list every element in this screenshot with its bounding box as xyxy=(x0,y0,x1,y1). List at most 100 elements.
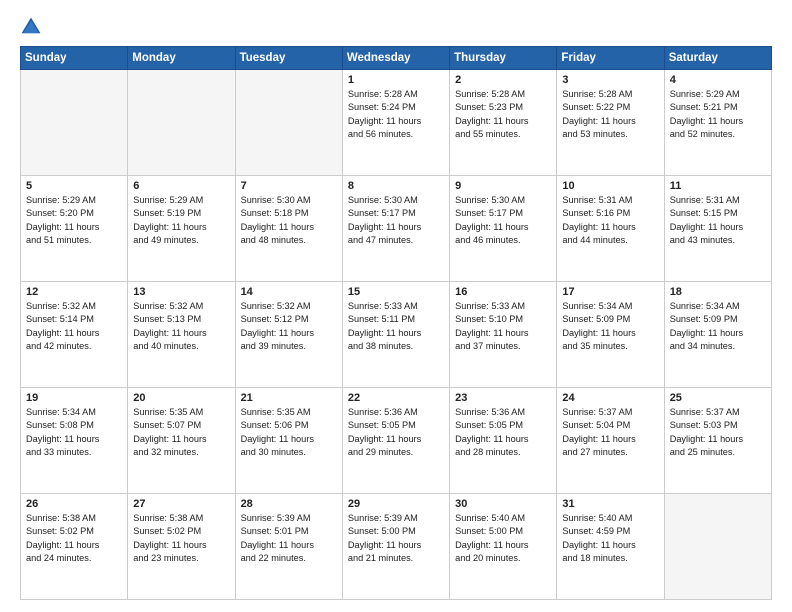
calendar-cell: 11 Sunrise: 5:31 AM Sunset: 5:15 PM Dayli… xyxy=(664,176,771,282)
calendar-cell: 18 Sunrise: 5:34 AM Sunset: 5:09 PM Dayli… xyxy=(664,282,771,388)
day-info: Sunrise: 5:28 AM Sunset: 5:23 PM Dayligh… xyxy=(455,88,551,141)
day-info: Sunrise: 5:36 AM Sunset: 5:05 PM Dayligh… xyxy=(348,406,444,459)
calendar-cell: 30Sunrise: 5:40 AM Sunset: 5:00 PM Dayli… xyxy=(450,494,557,600)
day-number: 1 xyxy=(348,74,444,86)
day-info: Sunrise: 5:34 AM Sunset: 5:09 PM Dayligh… xyxy=(562,300,658,353)
day-number: 12 xyxy=(26,286,122,298)
calendar-header-monday: Monday xyxy=(128,47,235,70)
calendar-cell xyxy=(235,70,342,176)
calendar-header-saturday: Saturday xyxy=(664,47,771,70)
day-number: 6 xyxy=(133,180,229,192)
day-info: Sunrise: 5:38 AM Sunset: 5:02 PM Dayligh… xyxy=(133,512,229,565)
day-number: 3 xyxy=(562,74,658,86)
calendar-header-friday: Friday xyxy=(557,47,664,70)
day-number: 13 xyxy=(133,286,229,298)
day-number: 27 xyxy=(133,498,229,510)
day-number: 9 xyxy=(455,180,551,192)
calendar-cell xyxy=(21,70,128,176)
day-info: Sunrise: 5:32 AM Sunset: 5:13 PM Dayligh… xyxy=(133,300,229,353)
day-info: Sunrise: 5:32 AM Sunset: 5:12 PM Dayligh… xyxy=(241,300,337,353)
day-number: 24 xyxy=(562,392,658,404)
day-info: Sunrise: 5:37 AM Sunset: 5:04 PM Dayligh… xyxy=(562,406,658,459)
calendar-cell: 17 Sunrise: 5:34 AM Sunset: 5:09 PM Dayli… xyxy=(557,282,664,388)
calendar-table: SundayMondayTuesdayWednesdayThursdayFrid… xyxy=(20,46,772,600)
day-number: 26 xyxy=(26,498,122,510)
calendar-week-row: 1 Sunrise: 5:28 AM Sunset: 5:24 PM Daylig… xyxy=(21,70,772,176)
logo xyxy=(20,16,46,38)
calendar-cell: 4Sunrise: 5:29 AM Sunset: 5:21 PM Daylig… xyxy=(664,70,771,176)
day-info: Sunrise: 5:34 AM Sunset: 5:08 PM Dayligh… xyxy=(26,406,122,459)
calendar-week-row: 26 Sunrise: 5:38 AM Sunset: 5:02 PM Dayli… xyxy=(21,494,772,600)
calendar-cell: 2 Sunrise: 5:28 AM Sunset: 5:23 PM Daylig… xyxy=(450,70,557,176)
calendar-cell xyxy=(664,494,771,600)
calendar-week-row: 5Sunrise: 5:29 AM Sunset: 5:20 PM Daylig… xyxy=(21,176,772,282)
day-info: Sunrise: 5:36 AM Sunset: 5:05 PM Dayligh… xyxy=(455,406,551,459)
day-number: 28 xyxy=(241,498,337,510)
day-number: 21 xyxy=(241,392,337,404)
day-info: Sunrise: 5:33 AM Sunset: 5:10 PM Dayligh… xyxy=(455,300,551,353)
calendar-week-row: 12 Sunrise: 5:32 AM Sunset: 5:14 PM Dayli… xyxy=(21,282,772,388)
calendar-cell: 16 Sunrise: 5:33 AM Sunset: 5:10 PM Dayli… xyxy=(450,282,557,388)
day-number: 11 xyxy=(670,180,766,192)
calendar-cell: 5Sunrise: 5:29 AM Sunset: 5:20 PM Daylig… xyxy=(21,176,128,282)
calendar-week-row: 19 Sunrise: 5:34 AM Sunset: 5:08 PM Dayli… xyxy=(21,388,772,494)
day-info: Sunrise: 5:40 AM Sunset: 5:00 PM Dayligh… xyxy=(455,512,551,565)
calendar-cell: 21 Sunrise: 5:35 AM Sunset: 5:06 PM Dayli… xyxy=(235,388,342,494)
calendar-cell: 23 Sunrise: 5:36 AM Sunset: 5:05 PM Dayli… xyxy=(450,388,557,494)
calendar-cell: 6 Sunrise: 5:29 AM Sunset: 5:19 PM Daylig… xyxy=(128,176,235,282)
header xyxy=(20,16,772,38)
day-info: Sunrise: 5:30 AM Sunset: 5:17 PM Dayligh… xyxy=(348,194,444,247)
day-number: 17 xyxy=(562,286,658,298)
day-number: 31 xyxy=(562,498,658,510)
calendar-header-row: SundayMondayTuesdayWednesdayThursdayFrid… xyxy=(21,47,772,70)
day-info: Sunrise: 5:39 AM Sunset: 5:01 PM Dayligh… xyxy=(241,512,337,565)
day-info: Sunrise: 5:32 AM Sunset: 5:14 PM Dayligh… xyxy=(26,300,122,353)
day-number: 2 xyxy=(455,74,551,86)
day-info: Sunrise: 5:29 AM Sunset: 5:19 PM Dayligh… xyxy=(133,194,229,247)
day-info: Sunrise: 5:30 AM Sunset: 5:18 PM Dayligh… xyxy=(241,194,337,247)
day-info: Sunrise: 5:37 AM Sunset: 5:03 PM Dayligh… xyxy=(670,406,766,459)
day-number: 10 xyxy=(562,180,658,192)
calendar-cell: 7 Sunrise: 5:30 AM Sunset: 5:18 PM Daylig… xyxy=(235,176,342,282)
calendar-cell: 20Sunrise: 5:35 AM Sunset: 5:07 PM Dayli… xyxy=(128,388,235,494)
day-info: Sunrise: 5:34 AM Sunset: 5:09 PM Dayligh… xyxy=(670,300,766,353)
calendar-cell: 22 Sunrise: 5:36 AM Sunset: 5:05 PM Dayli… xyxy=(342,388,449,494)
day-number: 8 xyxy=(348,180,444,192)
logo-icon xyxy=(20,16,42,38)
day-number: 29 xyxy=(348,498,444,510)
day-number: 23 xyxy=(455,392,551,404)
calendar-cell: 1 Sunrise: 5:28 AM Sunset: 5:24 PM Daylig… xyxy=(342,70,449,176)
calendar-cell: 28 Sunrise: 5:39 AM Sunset: 5:01 PM Dayli… xyxy=(235,494,342,600)
calendar-header-thursday: Thursday xyxy=(450,47,557,70)
day-number: 14 xyxy=(241,286,337,298)
day-info: Sunrise: 5:29 AM Sunset: 5:21 PM Dayligh… xyxy=(670,88,766,141)
calendar-cell: 31 Sunrise: 5:40 AM Sunset: 4:59 PM Dayli… xyxy=(557,494,664,600)
calendar-cell: 19 Sunrise: 5:34 AM Sunset: 5:08 PM Dayli… xyxy=(21,388,128,494)
day-number: 7 xyxy=(241,180,337,192)
day-number: 18 xyxy=(670,286,766,298)
day-number: 19 xyxy=(26,392,122,404)
calendar-header-tuesday: Tuesday xyxy=(235,47,342,70)
day-number: 16 xyxy=(455,286,551,298)
day-info: Sunrise: 5:28 AM Sunset: 5:22 PM Dayligh… xyxy=(562,88,658,141)
day-number: 5 xyxy=(26,180,122,192)
calendar-cell: 15Sunrise: 5:33 AM Sunset: 5:11 PM Dayli… xyxy=(342,282,449,388)
day-info: Sunrise: 5:31 AM Sunset: 5:15 PM Dayligh… xyxy=(670,194,766,247)
day-number: 22 xyxy=(348,392,444,404)
calendar-header-wednesday: Wednesday xyxy=(342,47,449,70)
day-number: 15 xyxy=(348,286,444,298)
day-info: Sunrise: 5:31 AM Sunset: 5:16 PM Dayligh… xyxy=(562,194,658,247)
calendar-cell: 27 Sunrise: 5:38 AM Sunset: 5:02 PM Dayli… xyxy=(128,494,235,600)
calendar-cell: 26 Sunrise: 5:38 AM Sunset: 5:02 PM Dayli… xyxy=(21,494,128,600)
day-info: Sunrise: 5:28 AM Sunset: 5:24 PM Dayligh… xyxy=(348,88,444,141)
day-info: Sunrise: 5:40 AM Sunset: 4:59 PM Dayligh… xyxy=(562,512,658,565)
day-info: Sunrise: 5:30 AM Sunset: 5:17 PM Dayligh… xyxy=(455,194,551,247)
calendar-cell: 10 Sunrise: 5:31 AM Sunset: 5:16 PM Dayli… xyxy=(557,176,664,282)
calendar-cell: 13 Sunrise: 5:32 AM Sunset: 5:13 PM Dayli… xyxy=(128,282,235,388)
day-info: Sunrise: 5:38 AM Sunset: 5:02 PM Dayligh… xyxy=(26,512,122,565)
calendar-cell: 12 Sunrise: 5:32 AM Sunset: 5:14 PM Dayli… xyxy=(21,282,128,388)
calendar-cell: 14 Sunrise: 5:32 AM Sunset: 5:12 PM Dayli… xyxy=(235,282,342,388)
day-info: Sunrise: 5:35 AM Sunset: 5:06 PM Dayligh… xyxy=(241,406,337,459)
calendar-cell: 25Sunrise: 5:37 AM Sunset: 5:03 PM Dayli… xyxy=(664,388,771,494)
calendar-cell xyxy=(128,70,235,176)
